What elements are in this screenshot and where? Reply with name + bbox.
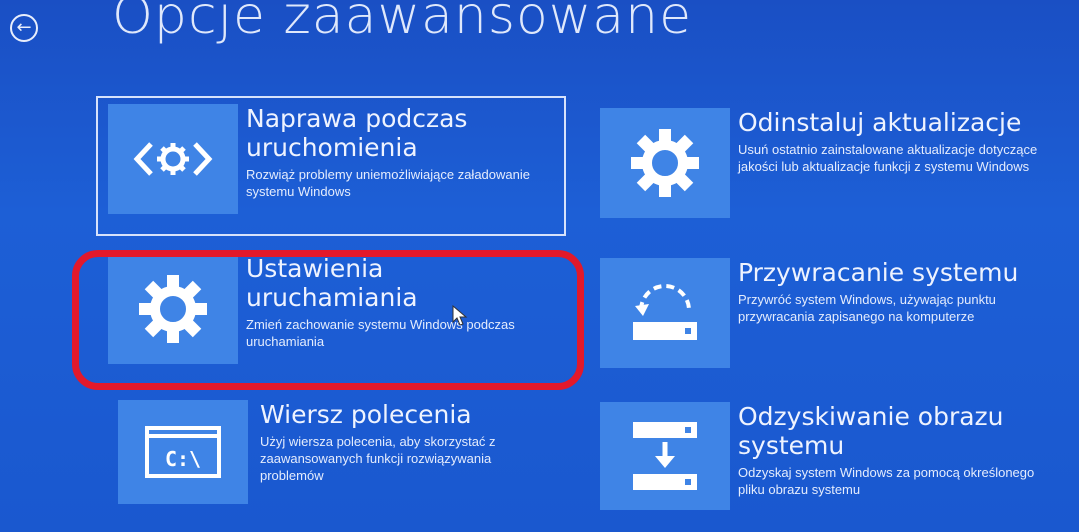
option-startup-repair[interactable]: Naprawa podczas uruchomienia Rozwiąż pro… bbox=[108, 104, 566, 214]
option-description: Przywróć system Windows, używając punktu… bbox=[738, 292, 996, 324]
back-button[interactable]: ← bbox=[10, 14, 38, 42]
option-title-line1: Naprawa podczas bbox=[246, 104, 468, 133]
option-tile bbox=[600, 108, 730, 218]
option-system-restore[interactable]: Przywracanie systemu Przywróć system Win… bbox=[600, 258, 1058, 368]
option-title-line1: Odzyskiwanie obrazu bbox=[738, 402, 1004, 431]
option-system-image-recovery[interactable]: Odzyskiwanie obrazu systemu Odzyskaj sys… bbox=[600, 402, 1058, 510]
gear-icon bbox=[631, 129, 699, 197]
option-description: Usuń ostatnio zainstalowane aktualizacje… bbox=[738, 142, 1038, 174]
option-description: Odzyskaj system Windows za pomocą określ… bbox=[738, 465, 1035, 497]
startup-repair-icon bbox=[133, 142, 213, 176]
option-tile bbox=[600, 402, 730, 510]
option-description: Rozwiąż problemy uniemożliwiające załado… bbox=[246, 167, 530, 199]
option-description: Użyj wiersza polecenia, aby skorzystać z… bbox=[260, 434, 496, 483]
system-restore-icon bbox=[633, 284, 697, 340]
page-title: Opcje zaawansowane bbox=[112, 0, 693, 46]
command-prompt-icon-text: C:\ bbox=[165, 447, 201, 471]
option-title-line2: uruchomienia bbox=[246, 133, 418, 162]
option-title-line2: systemu bbox=[738, 431, 845, 460]
option-title-line1: Odinstaluj aktualizacje bbox=[738, 108, 1022, 137]
option-uninstall-updates[interactable]: Odinstaluj aktualizacje Usuń ostatnio za… bbox=[600, 108, 1048, 218]
red-highlight-annotation bbox=[72, 250, 584, 390]
command-prompt-icon: C:\ bbox=[145, 426, 221, 478]
option-tile: C:\ bbox=[118, 400, 248, 504]
option-tile bbox=[108, 104, 238, 214]
option-title-line1: Przywracanie systemu bbox=[738, 258, 1019, 287]
option-title-line1: Wiersz polecenia bbox=[260, 400, 472, 429]
system-image-icon bbox=[633, 422, 697, 490]
option-tile bbox=[600, 258, 730, 368]
mouse-cursor-icon bbox=[452, 305, 468, 326]
back-arrow-icon: ← bbox=[16, 17, 32, 38]
option-command-prompt[interactable]: C:\ Wiersz polecenia Użyj wiersza polece… bbox=[118, 400, 580, 504]
